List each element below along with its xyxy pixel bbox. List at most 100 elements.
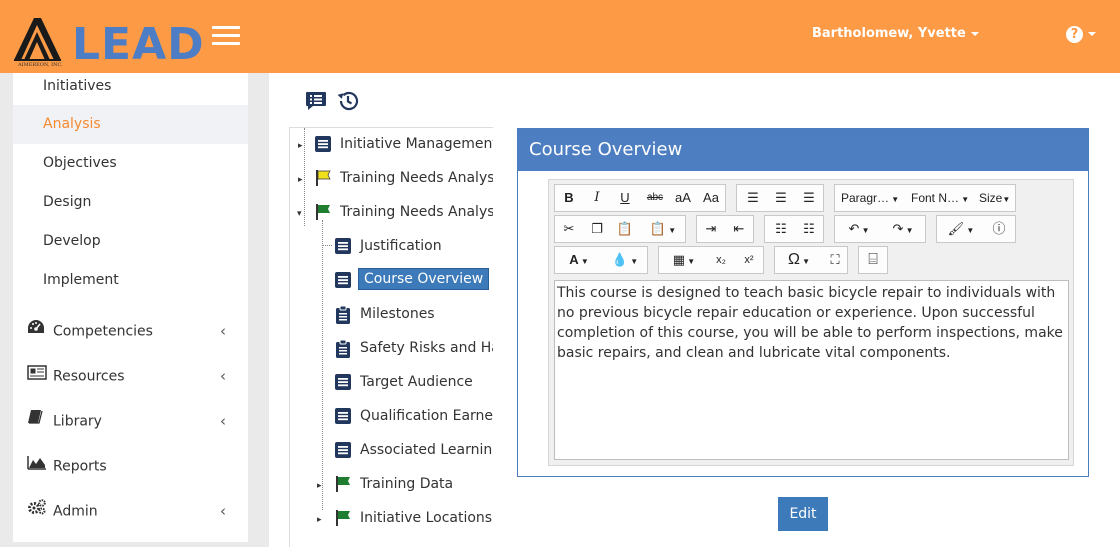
history-icon[interactable]	[337, 90, 359, 117]
document-icon	[334, 407, 352, 429]
undo-icon[interactable]: ↶ ▼	[837, 216, 881, 242]
italic-button[interactable]: I	[583, 185, 611, 211]
user-menu[interactable]: Bartholomew, Yvette	[812, 26, 979, 41]
clipboard-icon	[334, 339, 352, 363]
tree-connector	[304, 128, 305, 226]
fullscreen-icon[interactable]: ⛶	[821, 247, 849, 273]
document-icon	[334, 441, 352, 463]
area-chart-icon	[27, 444, 47, 489]
green-flag-icon	[334, 509, 352, 531]
dashboard-icon	[27, 309, 47, 354]
clear-help-group: 🖌 ▼ ⓘ	[936, 215, 1016, 243]
edit-button[interactable]: Edit	[778, 497, 828, 531]
clipboard-icon	[334, 305, 352, 329]
clear-format-icon[interactable]: 🖌 ▼	[939, 216, 983, 242]
expand-icon[interactable]: ▸	[317, 480, 322, 491]
chevron-left-icon: ‹	[220, 502, 226, 520]
document-icon	[314, 135, 332, 157]
sidebar-item-initiatives[interactable]: Initiatives	[13, 73, 248, 105]
yellow-flag-icon	[314, 169, 332, 191]
book-icon	[27, 399, 47, 444]
course-overview-text[interactable]: This course is designed to teach basic b…	[554, 280, 1069, 460]
indent-group: ⇥ ⇤	[696, 215, 754, 243]
lead-logo[interactable]: AIMEREON, INC. LEAD	[12, 14, 212, 68]
green-flag-icon	[314, 203, 332, 225]
align-right-icon[interactable]: ☰	[795, 185, 823, 211]
green-flag-icon	[334, 475, 352, 497]
document-icon	[334, 373, 352, 395]
collapse-icon[interactable]: ▾	[297, 208, 302, 219]
font-name-select[interactable]: Font N… ▼	[905, 185, 975, 211]
document-icon	[334, 271, 352, 293]
table-script-group: ▦ ▼ x₂ x²	[658, 246, 764, 274]
underline-button[interactable]: U	[611, 185, 639, 211]
sidebar-item-reports[interactable]: Reports	[13, 444, 248, 489]
indent-icon[interactable]: ⇥	[697, 216, 725, 242]
paste-special-icon[interactable]: 📋 ▼	[643, 216, 683, 242]
sidebar: Initiatives Analysis Objectives Design D…	[13, 73, 248, 542]
uppercase-button[interactable]: aA	[669, 185, 697, 211]
expand-icon[interactable]: ▸	[298, 174, 303, 185]
top-bar: AIMEREON, INC. LEAD Bartholomew, Yvette …	[0, 0, 1120, 73]
numbered-list-icon[interactable]: ☷	[795, 216, 823, 242]
rich-text-editor: B I U abc aA Aa ☰ ☰ ☰ Paragr… ▼ Font N… …	[548, 179, 1074, 466]
help-icon: ?	[1066, 26, 1083, 43]
sidebar-item-develop[interactable]: Develop	[13, 222, 248, 261]
html-group: ⌸	[858, 246, 888, 274]
format-select-group: Paragr… ▼ Font N… ▼ Size▼	[834, 184, 1016, 212]
svg-text:AIMEREON, INC.: AIMEREON, INC.	[17, 62, 63, 68]
capitalize-button[interactable]: Aa	[697, 185, 725, 211]
sidebar-item-admin[interactable]: Admin ‹	[13, 489, 248, 534]
font-size-select[interactable]: Size▼	[975, 185, 1015, 211]
menu-toggle-icon[interactable]	[212, 26, 240, 48]
sidebar-item-resources[interactable]: Resources ‹	[13, 354, 248, 399]
tree-connector	[322, 220, 323, 510]
initiative-tree: ▸ Initiative Management ▸ Training Needs…	[289, 127, 493, 547]
expand-icon[interactable]: ▸	[317, 514, 322, 525]
sidebar-item-analysis[interactable]: Analysis	[13, 105, 248, 144]
color-group: A ▼ 💧 ▼	[554, 246, 648, 274]
panel-title: Course Overview	[518, 129, 1088, 171]
chevron-down-icon	[970, 31, 979, 36]
align-center-icon[interactable]: ☰	[767, 185, 795, 211]
sidebar-item-library[interactable]: Library ‹	[13, 399, 248, 444]
text-style-group: B I U abc aA Aa	[554, 184, 726, 212]
subscript-button[interactable]: x₂	[707, 247, 735, 273]
bold-button[interactable]: B	[555, 185, 583, 211]
insert-group: Ω ▼ ⛶	[774, 246, 848, 274]
chevron-left-icon: ‹	[220, 412, 226, 430]
html-view-icon[interactable]: ⌸	[859, 247, 887, 273]
help-circle-icon[interactable]: ⓘ	[985, 216, 1013, 242]
sidebar-item-competencies[interactable]: Competencies ‹	[13, 309, 248, 354]
user-name: Bartholomew, Yvette	[812, 26, 966, 41]
sidebar-item-objectives[interactable]: Objectives	[13, 144, 248, 183]
highlight-color-icon[interactable]: 💧 ▼	[603, 247, 647, 273]
course-overview-panel: Course Overview B I U abc aA Aa ☰ ☰ ☰ Pa…	[517, 128, 1089, 477]
undo-redo-group: ↶ ▼ ↷ ▼	[834, 215, 926, 243]
main-content: ▸ Initiative Management ▸ Training Needs…	[269, 73, 1120, 547]
cut-icon[interactable]: ✂	[555, 216, 583, 242]
copy-icon[interactable]: ❐	[583, 216, 611, 242]
aimereon-logo-mark	[14, 18, 61, 61]
superscript-button[interactable]: x²	[735, 247, 763, 273]
special-char-button[interactable]: Ω ▼	[777, 247, 821, 273]
gears-icon	[27, 489, 47, 534]
expand-icon[interactable]: ▸	[298, 140, 303, 151]
paragraph-select[interactable]: Paragr… ▼	[835, 185, 905, 211]
svg-text:LEAD: LEAD	[72, 19, 205, 68]
table-icon[interactable]: ▦ ▼	[661, 247, 707, 273]
redo-icon[interactable]: ↷ ▼	[881, 216, 925, 242]
comment-list-icon[interactable]	[305, 91, 327, 116]
chevron-down-icon	[1088, 31, 1096, 36]
strikethrough-button[interactable]: abc	[641, 185, 669, 211]
align-left-icon[interactable]: ☰	[739, 185, 767, 211]
outdent-icon[interactable]: ⇤	[725, 216, 753, 242]
tree-connector	[322, 245, 332, 246]
sidebar-item-implement[interactable]: Implement	[13, 261, 248, 300]
bullet-list-icon[interactable]: ☷	[767, 216, 795, 242]
sidebar-item-design[interactable]: Design	[13, 183, 248, 222]
chevron-left-icon: ‹	[220, 322, 226, 340]
help-menu[interactable]: ?	[1066, 25, 1096, 43]
paste-icon[interactable]: 📋	[611, 216, 639, 242]
font-color-button[interactable]: A ▼	[557, 247, 601, 273]
